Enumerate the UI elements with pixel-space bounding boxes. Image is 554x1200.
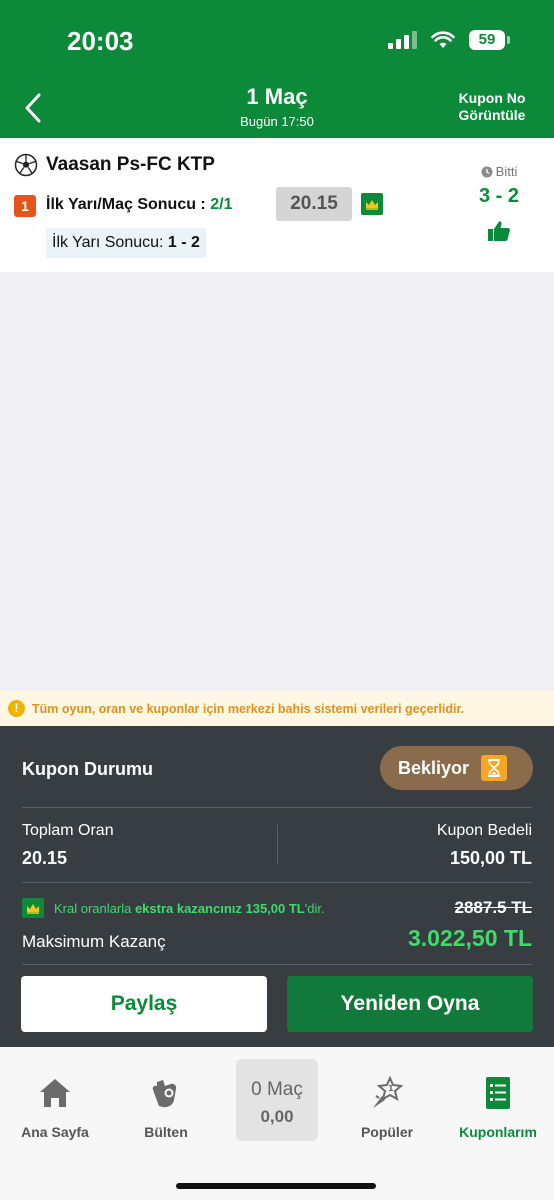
stake-value: 150,00 TL — [449, 848, 532, 868]
tab-popular-label: Popüler — [360, 1124, 414, 1140]
cellular-signal-icon — [388, 31, 417, 49]
wifi-icon — [431, 31, 455, 48]
old-max-win: 2887.5 TL — [454, 898, 533, 917]
view-coupon-no-button[interactable]: Kupon No Görüntüle — [452, 90, 532, 124]
basket-count: 0 Maç — [251, 1079, 303, 1100]
coupon-status-value: Bekliyor — [398, 757, 470, 778]
top-bar: 20:03 59 1 Maç Bugün 17:50 Kupon No Görü… — [0, 0, 554, 138]
home-indicator — [176, 1183, 376, 1189]
battery-level: 59 — [469, 30, 505, 50]
total-odds-label: Toplam Oran — [22, 822, 114, 839]
battery-icon: 59 — [469, 30, 510, 50]
coupon-status-badge[interactable]: Bekliyor — [380, 746, 533, 790]
basket-amount: 0,00 — [260, 1107, 294, 1126]
chevron-left-icon — [25, 93, 41, 123]
tab-home-label: Ana Sayfa — [21, 1124, 89, 1140]
back-button[interactable] — [18, 90, 48, 126]
vertical-divider — [277, 825, 278, 865]
divider — [22, 882, 532, 883]
stake-label: Kupon Bedeli — [436, 822, 532, 839]
match-status: Bitti 3 - 2 — [466, 164, 532, 242]
tab-coupons-label: Kuponlarım — [459, 1124, 537, 1140]
clock-icon — [481, 166, 493, 177]
tab-popular[interactable]: 1 Popüler — [332, 1075, 442, 1140]
half-time-score: 1 - 2 — [167, 234, 200, 251]
hourglass-icon — [481, 755, 508, 781]
tab-coupons[interactable]: Kuponlarım — [443, 1075, 553, 1140]
coupon-basket-button[interactable]: 0 Maç 0,00 — [236, 1059, 318, 1141]
svg-text:1: 1 — [388, 1084, 394, 1093]
status-icons: 59 — [388, 30, 510, 50]
page-title: 1 Maç — [246, 84, 308, 109]
divider — [22, 964, 532, 965]
home-icon — [40, 1079, 70, 1107]
max-win-value: 3.022,50 TL — [407, 925, 532, 951]
popular-star-icon: 1 — [373, 1076, 404, 1108]
header-center: 1 Maç Bugün 17:50 — [177, 84, 377, 129]
king-odds-info: Kral oranlarla ekstra kazancınız 135,00 … — [22, 898, 325, 918]
coupons-list-icon — [486, 1077, 510, 1109]
tab-bulletin-label: Bülten — [144, 1124, 188, 1140]
replay-button[interactable]: Yeniden Oyna — [287, 976, 533, 1032]
divider — [22, 807, 532, 808]
crown-icon — [361, 193, 383, 215]
crown-icon — [22, 898, 44, 918]
bet-type: İlk Yarı/Maç Sonucu : — [46, 196, 206, 213]
share-button[interactable]: Paylaş — [21, 976, 267, 1032]
match-card: Vaasan Ps-FC KTP 1 İlk Yarı/Maç Sonucu :… — [0, 138, 554, 272]
tab-home[interactable]: Ana Sayfa — [0, 1075, 110, 1140]
tab-bulletin[interactable]: Bülten — [111, 1075, 221, 1140]
bulletin-hand-icon — [152, 1080, 177, 1108]
half-time-result: İlk Yarı Sonucu: 1 - 2 — [46, 228, 206, 258]
warning-icon: ! — [8, 700, 25, 717]
thumbs-up-icon — [488, 221, 510, 241]
odds-box: 20.15 — [276, 187, 352, 221]
max-win-label: Maksimum Kazanç — [22, 932, 166, 951]
selection-badge: 1 — [14, 195, 36, 217]
bet-line: İlk Yarı/Maç Sonucu : 2/1 — [46, 196, 232, 214]
status-time: 20:03 — [67, 26, 134, 56]
page-subtitle: Bugün 17:50 — [240, 114, 314, 129]
notice-text: Tüm oyun, oran ve kuponlar için merkezi … — [32, 701, 465, 716]
soccer-ball-icon — [14, 153, 38, 177]
match-name: Vaasan Ps-FC KTP — [46, 154, 215, 175]
total-odds-value: 20.15 — [22, 848, 68, 868]
tab-bar: Ana Sayfa Bülten 0 Maç 0,00 1 Popüler Ku… — [0, 1047, 554, 1200]
info-notice: ! Tüm oyun, oran ve kuponlar için merkez… — [0, 691, 554, 726]
coupon-status-label: Kupon Durumu — [22, 759, 153, 779]
bet-pick: 2/1 — [210, 196, 233, 213]
half-time-label: İlk Yarı Sonucu: — [52, 234, 164, 251]
match-status-text: Bitti — [495, 164, 518, 179]
king-odds-text: Kral oranlarla ekstra kazancınız 135,00 … — [54, 900, 325, 916]
final-score: 3 - 2 — [478, 185, 520, 207]
coupon-summary-panel: Kupon Durumu Bekliyor Toplam Oran 20.15 … — [0, 726, 554, 1047]
